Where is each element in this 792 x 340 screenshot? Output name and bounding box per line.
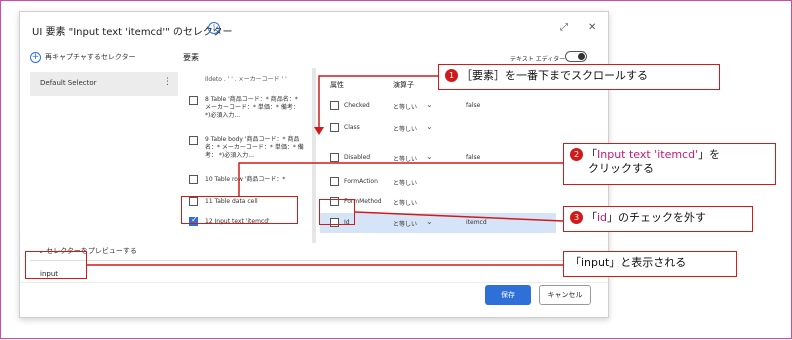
- attribute-name: Disabled: [344, 154, 371, 161]
- tree-item[interactable]: 8 Table '商品コード：* 商品名：* メーカーコード：* 単価：* 備考…: [183, 92, 310, 122]
- text-editor-toggle[interactable]: [565, 51, 587, 62]
- callout-step-1: 1 ［要素］を一番下までスクロールする: [438, 64, 720, 90]
- attribute-row-class[interactable]: Class と等しい ⌄: [320, 118, 556, 138]
- selector-dialog: UI 要素 "Input text 'itemcd'" のセレクター i ⤢ ✕…: [19, 11, 609, 318]
- tree-item-label: Ildeto . ' ' . ×ーカーコード ' ': [205, 76, 287, 83]
- chevron-down-icon[interactable]: ⌄: [426, 217, 433, 226]
- attribute-row-formmethod[interactable]: FormMethod と等しい: [320, 192, 556, 212]
- recapture-selector-label: 再キャプチャするセレクター: [45, 53, 136, 61]
- tree-item-checkbox[interactable]: [189, 96, 198, 105]
- callout-1-text: ［要素］を一番下までスクロールする: [461, 69, 648, 82]
- save-button[interactable]: 保存: [485, 285, 531, 305]
- tree-item-label: 10 Table row '商品コード：*: [205, 176, 286, 183]
- highlight-box-preview: [25, 251, 87, 279]
- callout-3-text-highlight: id: [597, 211, 608, 224]
- chevron-down-icon[interactable]: ⌄: [426, 122, 433, 131]
- tree-item-checkbox[interactable]: [189, 175, 198, 184]
- step-number-3: 3: [570, 211, 583, 224]
- divider: [30, 260, 602, 261]
- highlight-box-input-text: [181, 196, 298, 224]
- operator-column-header: 演算子: [393, 81, 414, 89]
- attribute-operator[interactable]: と等しい: [393, 154, 417, 163]
- screenshot-frame: UI 要素 "Input text 'itemcd'" のセレクター i ⤢ ✕…: [0, 0, 792, 339]
- attribute-operator[interactable]: と等しい: [393, 124, 417, 133]
- callout-4-text: 「input」と表示される: [570, 256, 687, 269]
- attribute-column-header: 属性: [330, 81, 344, 89]
- text-editor-label: テキスト エディター: [510, 56, 566, 63]
- callout-step-2: 2 「Input text 'itemcd'」を クリックする: [563, 143, 776, 185]
- callout-2-text-highlight: Input text 'itemcd': [597, 148, 699, 161]
- cancel-button[interactable]: キャンセル: [539, 285, 591, 305]
- tree-item-label: 9 Table body '商品コード：* 商品名：* メーカーコード：* 単価…: [205, 136, 304, 159]
- dialog-titlebar: UI 要素 "Input text 'itemcd'" のセレクター i ⤢ ✕: [20, 12, 608, 46]
- attribute-row-formaction[interactable]: FormAction と等しい: [320, 172, 556, 192]
- selector-list-pane: + 再キャプチャするセレクター Default Selector ⋮: [30, 50, 178, 242]
- attribute-value[interactable]: itemcd: [466, 219, 487, 226]
- chevron-down-icon[interactable]: ⌄: [426, 100, 433, 109]
- callout-2-text-line2: クリックする: [588, 162, 654, 175]
- elements-scrollbar[interactable]: [312, 68, 316, 243]
- dialog-title: UI 要素 "Input text 'itemcd'" のセレクター: [32, 27, 233, 38]
- tree-item-label: 8 Table '商品コード：* 商品名：* メーカーコード：* 単価：* 備考…: [205, 96, 299, 119]
- attribute-checkbox[interactable]: [330, 177, 339, 186]
- divider: [20, 282, 608, 283]
- attribute-row-disabled[interactable]: Disabled と等しい ⌄ false: [320, 148, 556, 168]
- attribute-operator[interactable]: と等しい: [393, 102, 417, 111]
- callout-2-text-a: 「: [586, 148, 597, 161]
- tree-item[interactable]: 10 Table row '商品コード：*: [183, 172, 310, 188]
- plus-icon: +: [30, 52, 41, 63]
- callout-step-4: 「input」と表示される: [563, 251, 737, 277]
- elements-header: 要素: [183, 53, 199, 62]
- callout-3-text-b: 」のチェックを外す: [607, 211, 707, 224]
- tree-item-checkbox[interactable]: [189, 136, 198, 145]
- info-icon[interactable]: i: [208, 22, 220, 34]
- callout-3-text-a: 「: [586, 211, 597, 224]
- attribute-value[interactable]: false: [466, 102, 480, 109]
- callout-2-text-b: 」を: [698, 148, 721, 161]
- attribute-operator[interactable]: と等しい: [393, 198, 417, 207]
- default-selector-label: Default Selector: [40, 79, 97, 87]
- attribute-operator[interactable]: と等しい: [393, 219, 417, 228]
- chevron-down-icon[interactable]: ⌄: [426, 152, 433, 161]
- attributes-pane: 属性 演算子 Checked と等しい ⌄ false Class と等しい ⌄…: [320, 68, 556, 243]
- attribute-checkbox[interactable]: [330, 153, 339, 162]
- attribute-checkbox[interactable]: [330, 101, 339, 110]
- highlight-box-id: [319, 199, 355, 225]
- tree-item[interactable]: 9 Table body '商品コード：* 商品名：* メーカーコード：* 単価…: [183, 134, 310, 164]
- attribute-checkbox[interactable]: [330, 123, 339, 132]
- attribute-name: Class: [344, 124, 360, 131]
- recapture-selector-button[interactable]: + 再キャプチャするセレクター: [30, 52, 136, 63]
- more-options-icon[interactable]: ⋮: [163, 77, 172, 87]
- toggle-knob: [578, 53, 585, 60]
- attribute-name: Checked: [344, 102, 370, 109]
- attribute-row-checked[interactable]: Checked と等しい ⌄ false: [320, 96, 556, 116]
- default-selector-item[interactable]: Default Selector ⋮: [30, 72, 178, 96]
- step-number-2: 2: [570, 148, 583, 161]
- attribute-row-id[interactable]: Id と等しい ⌄ itemcd: [320, 213, 556, 233]
- close-icon[interactable]: ✕: [588, 22, 596, 33]
- step-number-1: 1: [445, 69, 458, 82]
- attribute-operator[interactable]: と等しい: [393, 178, 417, 187]
- attribute-name: FormAction: [344, 178, 378, 185]
- callout-step-3: 3 「id」のチェックを外す: [563, 206, 753, 232]
- maximize-icon[interactable]: ⤢: [560, 22, 568, 33]
- attribute-value[interactable]: false: [466, 154, 480, 161]
